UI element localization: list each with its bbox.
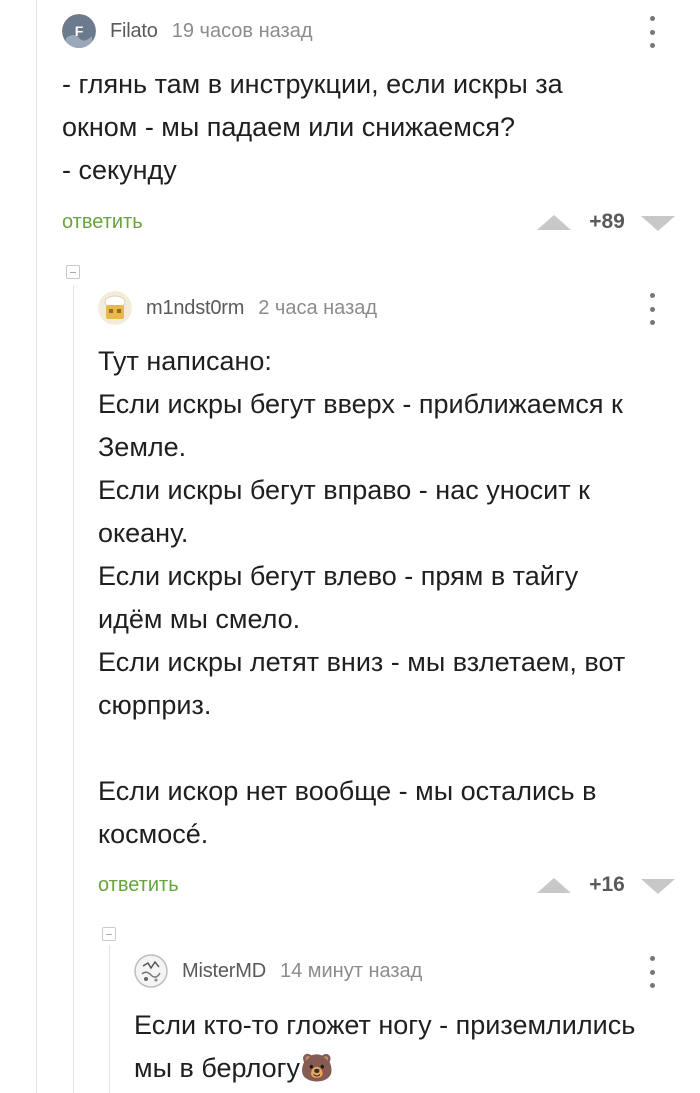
avatar[interactable] bbox=[98, 291, 132, 325]
downvote-icon[interactable] bbox=[641, 216, 675, 231]
timestamp: 2 часа назад bbox=[258, 296, 378, 319]
timestamp: 14 минут назад bbox=[279, 959, 423, 982]
reply-link[interactable]: ответить bbox=[62, 211, 143, 234]
rating-count: +16 bbox=[589, 873, 625, 896]
author-name[interactable]: Filato bbox=[110, 20, 158, 43]
avatar[interactable] bbox=[134, 954, 168, 988]
upvote-icon[interactable] bbox=[537, 878, 571, 893]
reply-link[interactable]: ответить bbox=[98, 874, 179, 897]
more-options-icon[interactable] bbox=[648, 956, 656, 988]
downvote-icon[interactable] bbox=[641, 879, 675, 894]
comment-header: F Filato 19 часов назад bbox=[62, 14, 313, 48]
avatar[interactable]: F bbox=[62, 14, 96, 48]
comment-header: MisterMD 14 минут назад bbox=[134, 954, 422, 988]
timestamp: 19 часов назад bbox=[171, 19, 313, 42]
thread-line bbox=[73, 285, 74, 1093]
thread-line bbox=[109, 945, 110, 1093]
collapse-thread-button[interactable] bbox=[66, 265, 80, 279]
author-name[interactable]: m1ndst0rm bbox=[146, 297, 244, 320]
more-options-icon[interactable] bbox=[648, 293, 656, 325]
more-options-icon[interactable] bbox=[648, 16, 656, 48]
collapse-thread-button[interactable] bbox=[102, 927, 116, 941]
comment-text: Тут написано: Если искры бегут вверх - п… bbox=[98, 346, 626, 849]
svg-text:F: F bbox=[75, 23, 84, 39]
author-name[interactable]: MisterMD bbox=[182, 960, 266, 983]
upvote-icon[interactable] bbox=[537, 215, 571, 230]
thread-line bbox=[36, 0, 37, 1093]
comment-text: - глянь там в инструкции, если искры за … bbox=[62, 69, 563, 185]
comment-text: Если кто-то гложет ногу - приземлились м… bbox=[134, 1010, 636, 1083]
rating-count: +89 bbox=[589, 210, 625, 233]
comment-header: m1ndst0rm 2 часа назад bbox=[98, 291, 377, 325]
